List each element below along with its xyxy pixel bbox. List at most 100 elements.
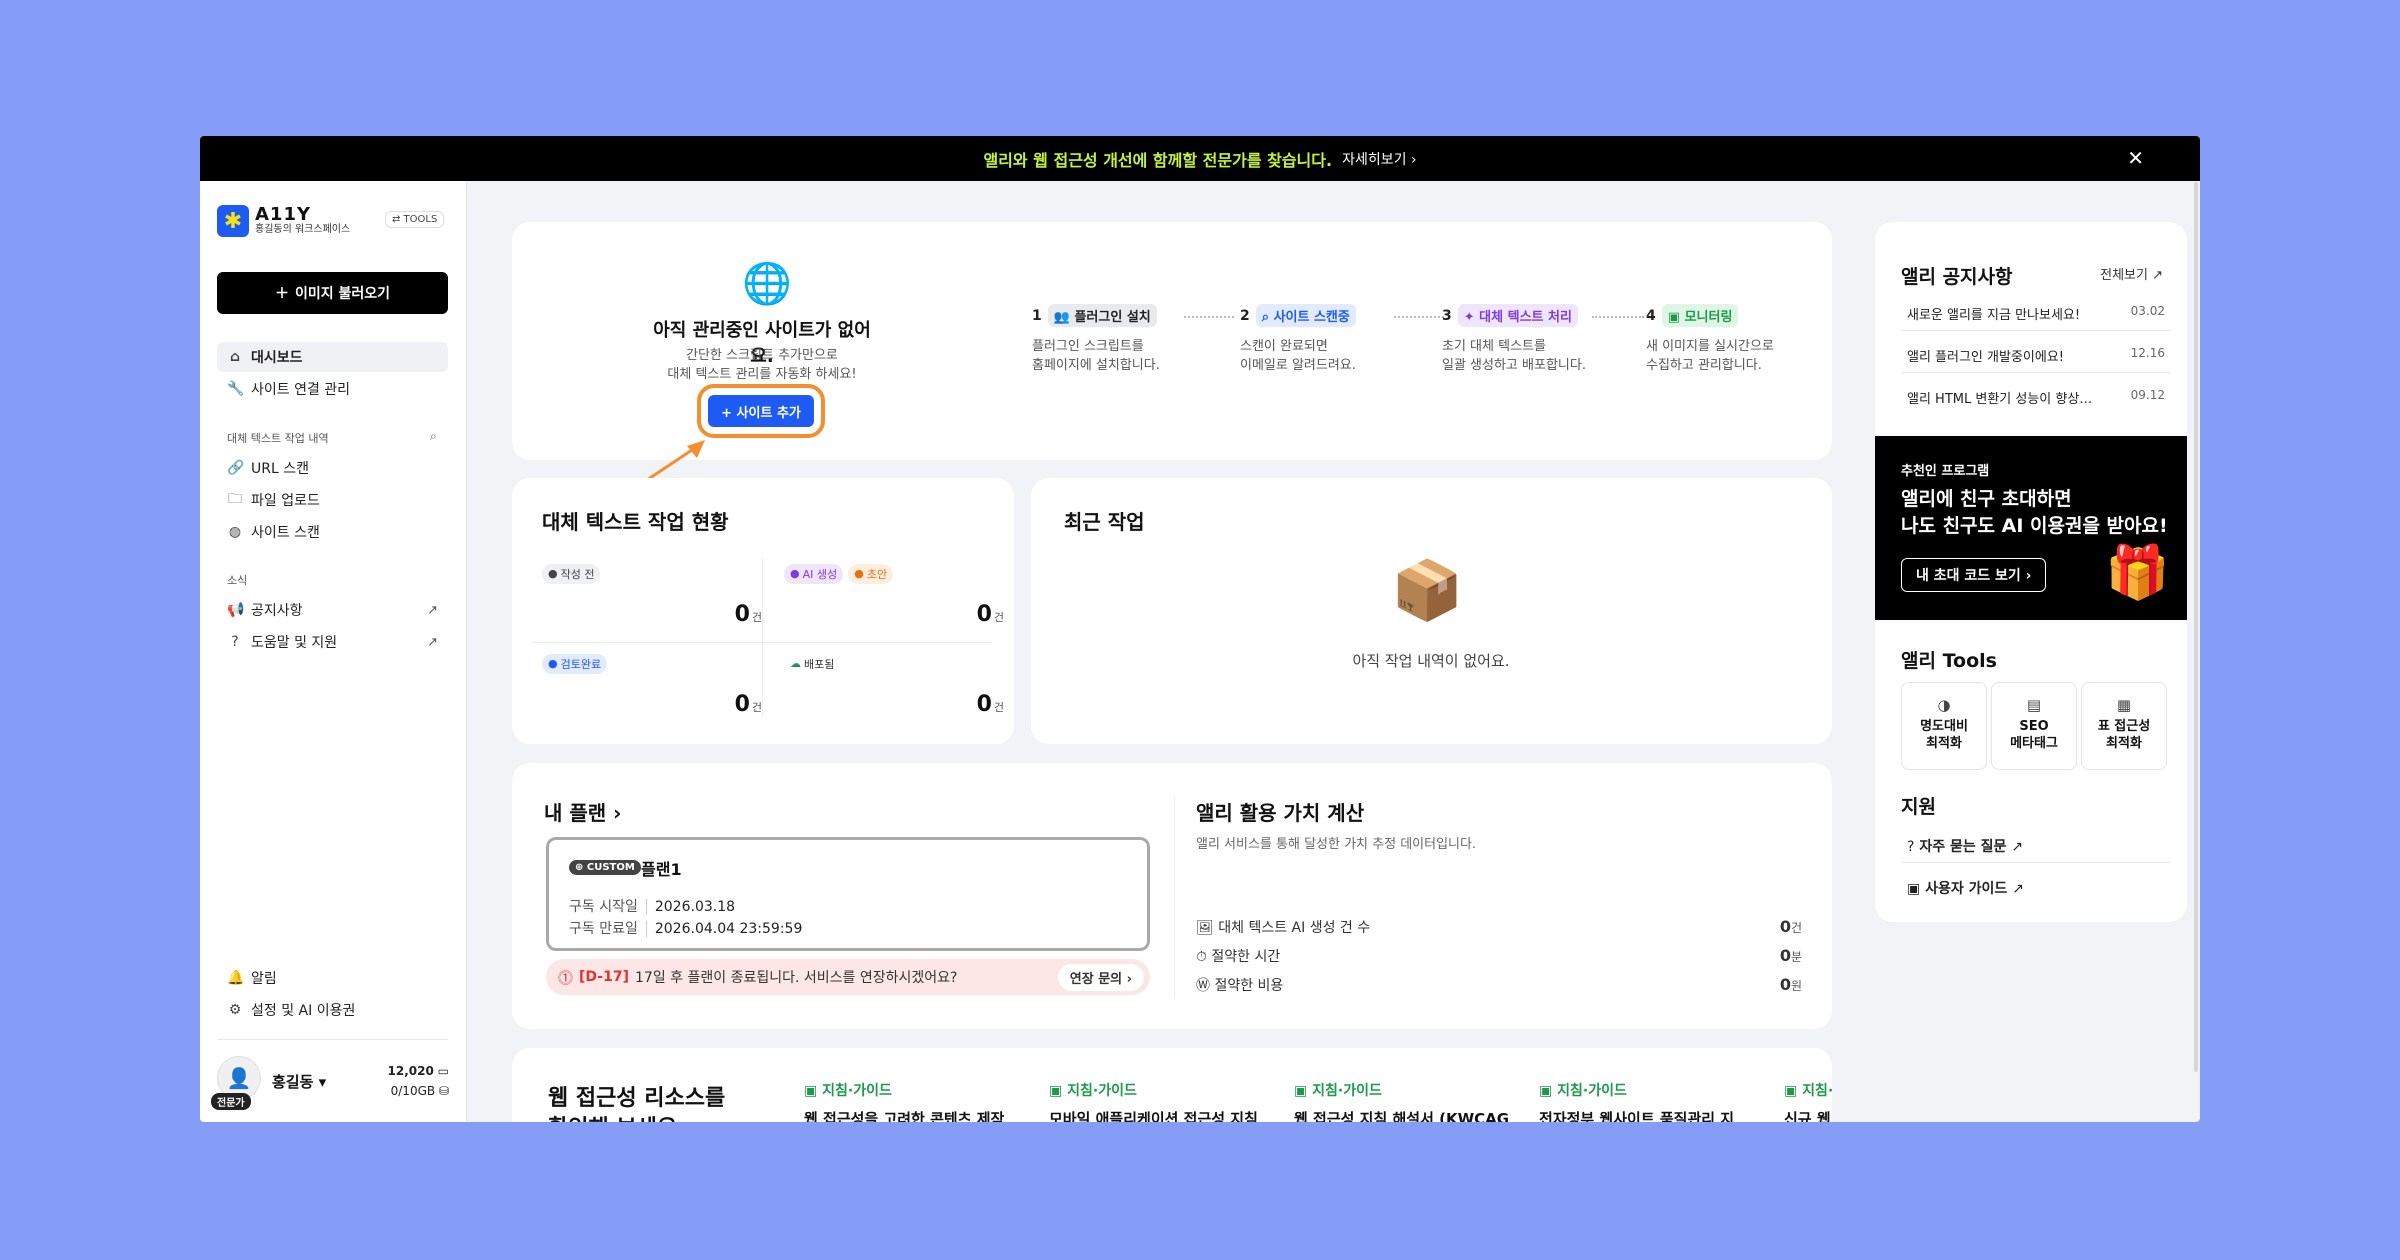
- sidebar-item-notices[interactable]: 📢 공지사항 ↗: [217, 595, 448, 625]
- page-scrollbar[interactable]: [2194, 182, 2198, 1072]
- user-name-menu[interactable]: 홍길동 ▾: [272, 1071, 326, 1092]
- logo-star-icon: ✱: [217, 205, 249, 237]
- status-count: 0건: [734, 602, 762, 627]
- globe-icon: ◍: [228, 524, 242, 540]
- help-icon: ?: [1907, 839, 1915, 855]
- value-title: 앨리 활용 가치 계산: [1196, 801, 1365, 825]
- resources-card: 웹 접근성 리소스를 확인해 보세요 ▣ 지침·가이드웹 접근성을 고려한 콘텐…: [512, 1048, 1832, 1122]
- alt-text-status-card: 대체 텍스트 작업 현황 ● 작성 전 0건 ● AI 생성 ● 초안 0건 ●…: [512, 478, 1014, 744]
- resource-tag: ▣ 지침·가이드: [804, 1083, 892, 1099]
- notice-item[interactable]: 새로운 앨리를 지금 만나보세요! 03.02: [1907, 304, 2165, 323]
- notice-item[interactable]: 앨리 HTML 변환기 성능이 향상… 09.12: [1907, 388, 2165, 407]
- notice-item[interactable]: 앨리 플러그인 개발중이에요! 12.16: [1907, 346, 2165, 365]
- sidebar-item-label: 설정 및 AI 이용권: [251, 1003, 356, 1019]
- notices-view-all-link[interactable]: 전체보기 ↗: [2100, 264, 2163, 283]
- gift-box-icon: 🎁: [2105, 543, 2170, 603]
- sidebar-item-notifications[interactable]: 🔔 알림: [217, 963, 448, 993]
- sidebar-item-label: URL 스캔: [251, 461, 309, 477]
- external-link-icon: ↗: [427, 634, 438, 650]
- resource-item[interactable]: ▣ 지침·가이드 모바일 애플리케이션 접근성 지침: [1049, 1080, 1269, 1122]
- add-site-button[interactable]: + 사이트 추가: [697, 384, 825, 438]
- cloud-icon: ☁: [790, 657, 801, 670]
- sidebar-item-label: 사이트 연결 관리: [251, 382, 351, 398]
- resource-name: 웹 접근성 지침 해설서 (KWCAG: [1294, 1110, 1510, 1122]
- divider: [762, 558, 763, 718]
- sidebar-item-help[interactable]: ? 도움말 및 지원 ↗: [217, 627, 448, 657]
- step-desc: 초기 대체 텍스트를: [1442, 339, 1546, 354]
- help-icon: ?: [231, 634, 239, 650]
- faq-link[interactable]: ? 자주 묻는 질문 ↗: [1907, 836, 2023, 856]
- recent-title: 최근 작업: [1064, 510, 1145, 534]
- status-badge: ● 초안: [848, 563, 894, 584]
- resource-tag: ▣ 지침·: [1784, 1083, 1832, 1099]
- status-cell-draft[interactable]: ● 작성 전 0건: [542, 562, 762, 642]
- site-onboarding-card: 🌐 아직 관리중인 사이트가 없어요. 간단한 스크립트 추가만으로 대체 텍스…: [512, 222, 1832, 486]
- step-3: 3 ✦ 대체 텍스트 처리 초기 대체 텍스트를 일괄 생성하고 배포합니다.: [1442, 304, 1632, 375]
- external-link-icon: ↗: [427, 602, 438, 618]
- link-icon: 🔗: [227, 460, 245, 476]
- sidebar-item-site-connection[interactable]: 🔧 사이트 연결 관리: [217, 374, 448, 404]
- sidebar-item-file-upload[interactable]: 🗀 파일 업로드: [217, 485, 448, 515]
- resource-item[interactable]: ▣ 지침· 신규 웹: [1784, 1080, 1832, 1122]
- my-plan-link[interactable]: 내 플랜 ›: [544, 797, 621, 826]
- status-cell-reviewed[interactable]: ● 검토완료 0건: [542, 652, 762, 732]
- tool-contrast[interactable]: ◑ 명도대비 최적화: [1901, 682, 1987, 770]
- workspace-logo[interactable]: ✱ A11Y 홍길동의 워크스페이스: [217, 205, 350, 237]
- plan-end-row: 구독 만료일 2026.04.04 23:59:59: [569, 921, 803, 937]
- right-panel: 앨리 공지사항 전체보기 ↗ 새로운 앨리를 지금 만나보세요! 03.02 앨리…: [1875, 222, 2187, 922]
- import-images-button[interactable]: ＋ 이미지 불러오기: [217, 272, 448, 314]
- promo-headline: 앨리에 친구 초대하면 나도 친구도 AI 이용권을 받아요!: [1901, 488, 2168, 537]
- tool-table[interactable]: ▦ 표 접근성 최적화: [2081, 682, 2167, 770]
- won-icon: Ⓦ: [1196, 978, 1210, 994]
- gear-icon: ⚙: [228, 1002, 242, 1018]
- top-banner: 앨리와 웹 접근성 개선에 함께할 전문가를 찾습니다. 자세히보기 › ✕: [200, 136, 2200, 181]
- resources-title-line: 웹 접근성 리소스를: [548, 1086, 726, 1111]
- sidebar-item-url-scan[interactable]: 🔗 URL 스캔: [217, 453, 448, 483]
- section-news: 소식: [227, 574, 248, 587]
- resource-item[interactable]: ▣ 지침·가이드 웹 접근성을 고려한 콘텐츠 제작: [804, 1080, 1024, 1122]
- sidebar-item-site-scan[interactable]: ◍ 사이트 스캔: [217, 517, 448, 547]
- sidebar-item-label: 대시보드: [251, 350, 303, 366]
- banner-more-link[interactable]: 자세히보기 ›: [1342, 149, 1416, 169]
- invite-code-button[interactable]: 내 초대 코드 보기 ›: [1901, 558, 2047, 592]
- divider: [532, 642, 992, 643]
- resource-item[interactable]: ▣ 지침·가이드 전자정부 웹사이트 품질관리 지: [1539, 1080, 1759, 1122]
- step-desc: 수집하고 관리합니다.: [1646, 358, 1762, 373]
- status-cell-deployed[interactable]: ☁ 배포됨 0건: [784, 652, 1004, 732]
- import-images-label: 이미지 불러오기: [294, 286, 391, 302]
- divider: [1901, 372, 2171, 373]
- contrast-icon: ◑: [1937, 696, 1951, 714]
- credit-count: 12,020: [387, 1064, 434, 1078]
- extend-inquiry-button[interactable]: 연장 문의 ›: [1057, 964, 1144, 991]
- resource-tag: ▣ 지침·가이드: [1539, 1083, 1627, 1099]
- expert-badge: 전문가: [211, 1093, 251, 1110]
- notices-title: 앨리 공지사항: [1901, 266, 2013, 288]
- step-desc: 이메일로 알려드려요.: [1240, 358, 1356, 373]
- clock-icon: ⏱: [1196, 949, 1207, 965]
- sidebar-item-label: 도움말 및 지원: [251, 635, 338, 651]
- external-link-icon: ↗: [2152, 268, 2163, 283]
- step-label: ⌕ 사이트 스캔중: [1255, 304, 1356, 327]
- step-desc: 일괄 생성하고 배포합니다.: [1442, 358, 1586, 373]
- table-icon: ▦: [2116, 696, 2132, 714]
- wrench-icon: 🔧: [227, 381, 245, 397]
- resources-title: 웹 접근성 리소스를 확인해 보세요: [548, 1084, 725, 1122]
- sidebar-item-settings[interactable]: ⚙ 설정 및 AI 이용권: [217, 995, 448, 1025]
- step-2: 2 ⌕ 사이트 스캔중 스캔이 완료되면 이메일로 알려드려요.: [1240, 304, 1430, 375]
- megaphone-icon: 📢: [227, 602, 245, 618]
- banner-close-icon[interactable]: ✕: [2127, 146, 2144, 170]
- resources-title-line: 확인해 보세요: [548, 1114, 725, 1122]
- search-icon[interactable]: ⌕: [430, 429, 437, 444]
- resource-tag: ▣ 지침·가이드: [1049, 1083, 1137, 1099]
- user-guide-link[interactable]: ▣ 사용자 가이드 ↗: [1907, 878, 2024, 898]
- tool-seo[interactable]: ▤ SEO 메타태그: [1991, 682, 2077, 770]
- home-icon: ⌂: [229, 349, 241, 365]
- status-cell-ai[interactable]: ● AI 생성 ● 초안 0건: [784, 562, 1004, 642]
- value-row-cost: Ⓦ 절약한 비용 0원: [1196, 975, 1802, 994]
- tools-button[interactable]: ⇄ TOOLS: [385, 211, 445, 228]
- resource-item[interactable]: ▣ 지침·가이드 웹 접근성 지침 해설서 (KWCAG: [1294, 1080, 1514, 1122]
- image-icon: 🖼: [1196, 920, 1214, 936]
- status-count: 0건: [734, 692, 762, 717]
- sidebar-item-dashboard[interactable]: ⌂ 대시보드: [217, 342, 448, 372]
- plan-expiry-warning: ⓵ [D-17] 17일 후 플랜이 종료됩니다. 서비스를 연장하시겠어요? …: [546, 959, 1150, 995]
